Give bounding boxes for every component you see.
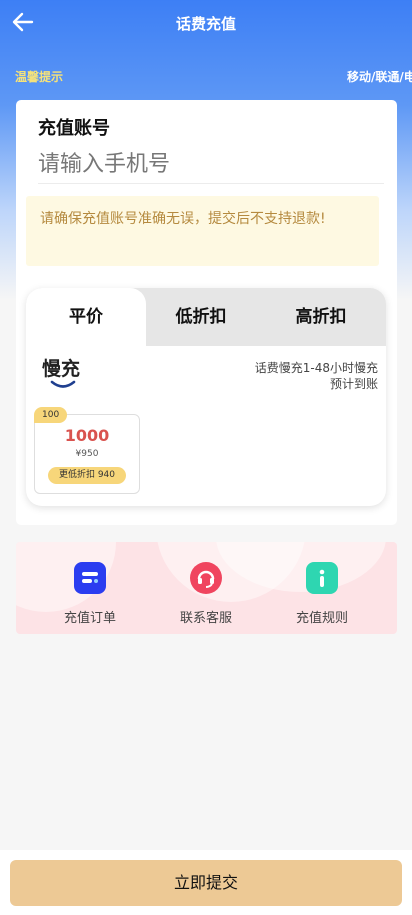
- warm-tip-label: 温馨提示: [15, 70, 64, 84]
- package-option[interactable]: 100 1000 ¥950 更低折扣 940: [34, 407, 140, 494]
- brand-name: 慢充: [42, 358, 81, 380]
- top-bar: 话费充值: [0, 0, 412, 46]
- arrival-note: 话费慢充1-48小时慢充 预计到账: [255, 360, 378, 392]
- smile-icon: [50, 380, 76, 388]
- arrival-note-line2: 预计到账: [329, 377, 378, 391]
- slow-charge-logo: 慢充: [42, 358, 84, 392]
- order-list-icon: [74, 562, 106, 594]
- package-discount-badge: 更低折扣 940: [48, 467, 126, 484]
- recharge-card: 充值账号 请确保充值账号准确无误，提交后不支持退款! 平价 低折扣 高折扣 慢充…: [16, 100, 397, 525]
- carrier-label: 移动/联通/电信: [347, 70, 412, 84]
- package-tag: 100: [34, 407, 68, 423]
- package-panel: 平价 低折扣 高折扣 慢充 话费慢充1-48小时慢充 预计到账 100 1000…: [26, 288, 386, 506]
- customer-service-icon: [190, 562, 222, 594]
- quick-link-label: 充值订单: [63, 611, 116, 626]
- arrival-note-line1: 话费慢充1-48小时慢充: [254, 361, 378, 375]
- tab-high-discount[interactable]: 高折扣: [256, 288, 386, 346]
- quick-link-rules[interactable]: 充值规则: [272, 562, 372, 626]
- package-price: ¥950: [75, 449, 99, 459]
- tab-low-discount[interactable]: 低折扣: [146, 288, 256, 346]
- quick-link-orders[interactable]: 充值订单: [40, 562, 140, 626]
- quick-link-label: 联系客服: [179, 611, 232, 626]
- tab-flat-price[interactable]: 平价: [26, 288, 146, 346]
- warning-notice: 请确保充值账号准确无误，提交后不支持退款!: [26, 196, 379, 266]
- info-icon: [306, 562, 338, 594]
- quick-link-support[interactable]: 联系客服: [156, 562, 256, 626]
- package-amount: 1000: [64, 426, 110, 445]
- quick-links: 充值订单 联系客服 充值规则: [16, 542, 397, 634]
- bottom-bar: 立即提交: [0, 850, 412, 915]
- submit-button[interactable]: 立即提交: [10, 860, 402, 906]
- account-label: 充值账号: [38, 118, 110, 139]
- phone-input[interactable]: [38, 146, 384, 184]
- quick-link-label: 充值规则: [295, 611, 348, 626]
- page-title: 话费充值: [175, 15, 236, 33]
- discount-tabs: 平价 低折扣 高折扣: [26, 288, 386, 346]
